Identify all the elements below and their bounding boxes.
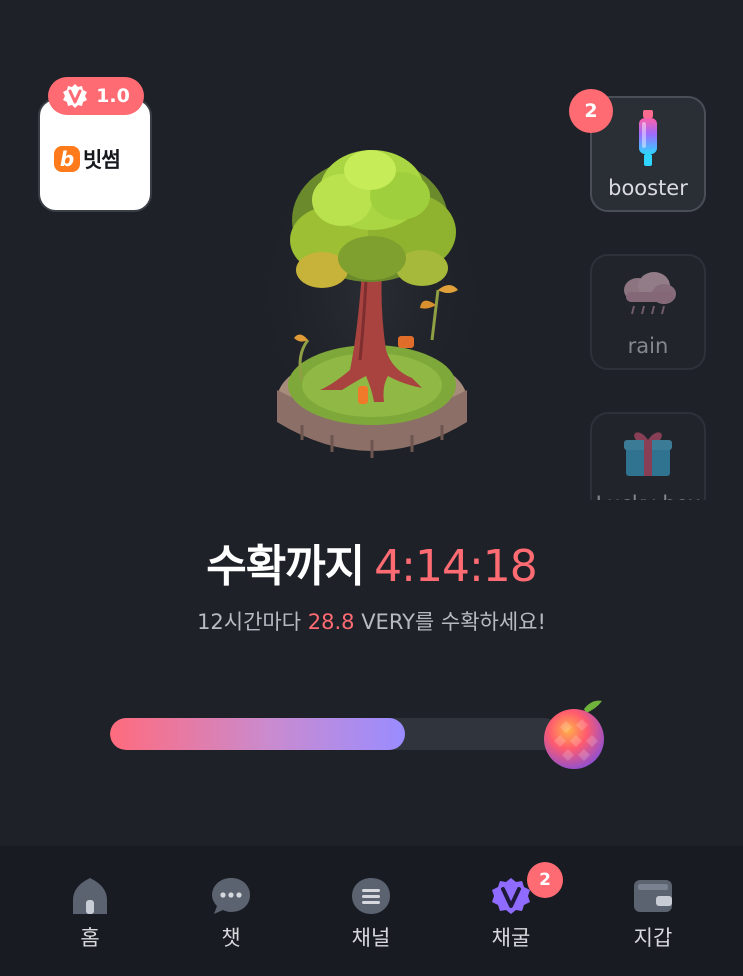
- nav-label: 홈: [80, 926, 100, 950]
- lucky-box-button[interactable]: Lucky box: [590, 412, 706, 500]
- rain-cloud-icon: [624, 272, 676, 315]
- version-badge: 1.0: [48, 77, 144, 115]
- gift-box-icon: [624, 432, 672, 476]
- nav-item-home[interactable]: 홈: [40, 876, 140, 956]
- side-item-label: Lucky box: [592, 492, 704, 500]
- side-item-label: rain: [627, 334, 669, 358]
- harvest-label: 수확까지: [206, 541, 365, 592]
- booster-bottle-icon: [639, 110, 657, 166]
- mining-screen: b 빗썸 1.0 booster 2 rain 수확까지 4:14:18 12시…: [0, 0, 743, 846]
- nav-item-channel[interactable]: 채널: [321, 876, 421, 956]
- brand-logo: b 빗썸: [54, 144, 121, 174]
- chat-icon: [212, 878, 250, 914]
- brand-b-icon: b: [54, 146, 80, 172]
- harvest-progress-bar: [110, 718, 560, 750]
- nav-label: 채굴: [491, 926, 531, 950]
- side-item-label: booster: [608, 176, 688, 200]
- nav-label: 채널: [351, 926, 391, 950]
- nav-item-chat[interactable]: 챗: [181, 876, 281, 956]
- version-text: 1.0: [96, 85, 130, 107]
- rain-button[interactable]: rain: [590, 254, 706, 370]
- harvest-title: 수확까지 4:14:18: [0, 530, 743, 594]
- channel-icon: [352, 878, 390, 914]
- booster-badge: 2: [569, 89, 613, 133]
- harvest-amount: 28.8: [307, 610, 355, 634]
- harvest-sub-suffix: VERY를 수확하세요!: [354, 610, 546, 634]
- harvest-sub-prefix: 12시간마다: [197, 610, 308, 634]
- nav-label: 지갑: [633, 926, 673, 950]
- tree-island-illustration[interactable]: [262, 140, 482, 480]
- brand-name: 빗썸: [83, 148, 121, 172]
- wallet-icon: [634, 880, 672, 912]
- nav-label: 챗: [221, 926, 241, 950]
- harvest-progress-fill: [110, 718, 405, 750]
- nav-item-mining[interactable]: 2 채굴: [461, 862, 563, 956]
- nav-item-wallet[interactable]: 지갑: [603, 876, 703, 956]
- harvest-timer: 4:14:18: [374, 541, 538, 592]
- harvest-subtitle: 12시간마다 28.8 VERY를 수확하세요!: [0, 606, 743, 636]
- home-icon: [73, 878, 107, 914]
- berry-fruit-icon: [544, 700, 604, 769]
- verified-v-icon: [63, 84, 88, 108]
- bottom-nav: 홈 챗 채널 2 채굴 지갑: [0, 846, 743, 976]
- nav-badge: 2: [527, 862, 563, 898]
- brand-card[interactable]: b 빗썸: [38, 98, 152, 212]
